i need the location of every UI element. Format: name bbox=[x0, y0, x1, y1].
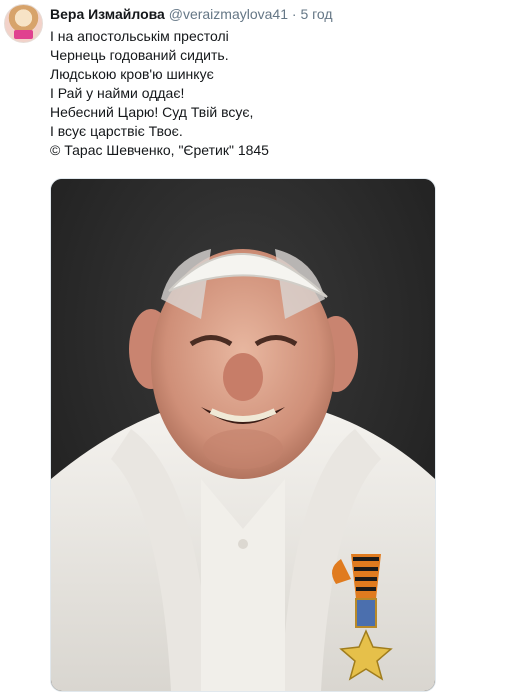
tweet-line: Чернець годований сидить. bbox=[50, 47, 229, 63]
tweet-line: © Тарас Шевченко, "Єретик" 1845 bbox=[50, 142, 269, 158]
tweet-timestamp[interactable]: 5 год bbox=[300, 6, 332, 22]
author-handle[interactable]: @veraizmaylova41 bbox=[169, 6, 288, 22]
author-name[interactable]: Вера Измайлова bbox=[50, 6, 165, 22]
tweet-line: Людською кров'ю шинкує bbox=[50, 66, 214, 82]
tweet-line: Небесний Царю! Суд Твій всує, bbox=[50, 104, 254, 120]
portrait-illustration-icon bbox=[51, 179, 435, 691]
header-separator: · bbox=[291, 6, 297, 22]
avatar-badge bbox=[14, 30, 33, 39]
tweet-header: Вера Измайлова @veraizmaylova41 · 5 год bbox=[50, 6, 333, 22]
tweet-line: І Рай у найми оддає! bbox=[50, 85, 185, 101]
tweet-media-image[interactable] bbox=[50, 178, 436, 692]
tweet-line: І на апостольськім престолі bbox=[50, 28, 229, 44]
tweet-text: І на апостольськім престолі Чернець годо… bbox=[50, 27, 269, 160]
author-avatar[interactable] bbox=[4, 4, 43, 43]
tweet[interactable]: Вера Измайлова @veraizmaylova41 · 5 год … bbox=[0, 0, 505, 695]
tweet-line: І всує царствіє Твоє. bbox=[50, 123, 183, 139]
